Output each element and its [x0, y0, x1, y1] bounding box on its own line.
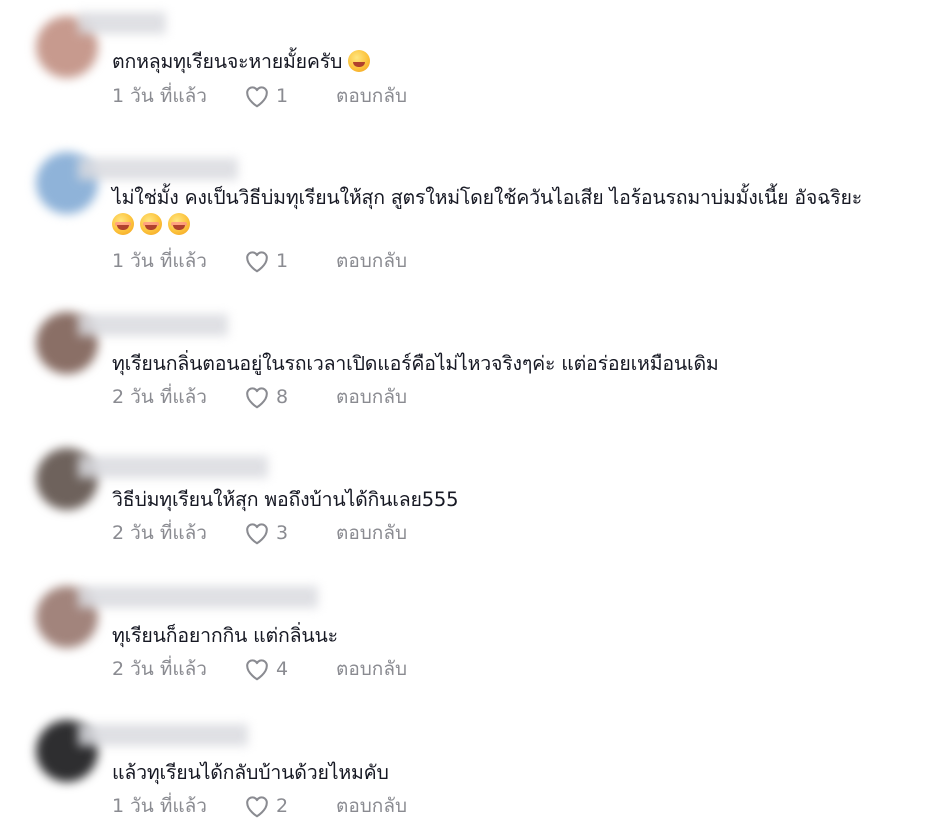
comment-text: ไม่ใช่มั้ง คงเป็นวิธีบ่มทุเรียนให้สุก สู… — [112, 184, 862, 238]
comment-meta: 2 วัน ที่แล้ว 3 ตอบกลับ — [112, 519, 407, 547]
reply-button[interactable]: ตอบกลับ — [336, 81, 407, 111]
like-count: 1 — [276, 85, 289, 107]
blush-giggle-icon — [112, 213, 134, 235]
heart-icon — [246, 796, 268, 818]
comment-text: ตกหลุมทุเรียนจะหายมั้ยครับ — [112, 48, 376, 75]
comment-time: 2 วัน ที่แล้ว — [112, 386, 207, 408]
heart-icon — [246, 523, 268, 545]
reply-button[interactable]: ตอบกลับ — [336, 246, 407, 276]
laughing-tears-icon — [348, 50, 371, 72]
like-count: 3 — [276, 522, 289, 544]
comment-text-line: ทุเรียนกลิ่นตอนอยู่ในรถเวลาเปิดแอร์คือไม… — [112, 352, 719, 375]
like-count: 1 — [276, 250, 289, 272]
username-blurred[interactable] — [78, 158, 238, 180]
blush-giggle-icon — [140, 213, 162, 235]
comment-text-line: ไม่ใช่มั้ง คงเป็นวิธีบ่มทุเรียนให้สุก สู… — [112, 186, 863, 209]
comment-text-line: ตกหลุมทุเรียนจะหายมั้ยครับ — [112, 50, 343, 73]
comment-time: 1 วัน ที่แล้ว — [112, 795, 207, 817]
comment-text-line: ทุเรียนก็อยากกิน แต่กลิ่นนะ — [112, 624, 338, 647]
like-count: 2 — [276, 795, 289, 817]
like-button[interactable]: 3 — [244, 521, 336, 545]
heart-icon — [246, 251, 268, 273]
heart-icon — [246, 86, 268, 108]
comment-meta: 2 วัน ที่แล้ว 8 ตอบกลับ — [112, 383, 407, 411]
reply-button[interactable]: ตอบกลับ — [336, 654, 407, 684]
like-button[interactable]: 1 — [244, 84, 336, 108]
username-blurred[interactable] — [78, 314, 228, 336]
comment-meta: 1 วัน ที่แล้ว 1 ตอบกลับ — [112, 247, 407, 275]
comment-time: 2 วัน ที่แล้ว — [112, 522, 207, 544]
comment-time: 1 วัน ที่แล้ว — [112, 250, 207, 272]
like-button[interactable]: 4 — [244, 657, 336, 681]
comment-meta: 2 วัน ที่แล้ว 4 ตอบกลับ — [112, 655, 407, 683]
like-button[interactable]: 8 — [244, 385, 336, 409]
like-count: 4 — [276, 658, 289, 680]
like-count: 8 — [276, 386, 289, 408]
username-blurred[interactable] — [78, 724, 248, 746]
comment-time: 2 วัน ที่แล้ว — [112, 658, 207, 680]
reply-button[interactable]: ตอบกลับ — [336, 382, 407, 412]
username-blurred[interactable] — [78, 456, 268, 478]
blush-giggle-icon — [168, 213, 190, 235]
username-blurred[interactable] — [78, 12, 166, 34]
comment-text: วิธีบ่มทุเรียนให้สุก พอถึงบ้านได้กินเลย5… — [112, 486, 459, 513]
comment-text: ทุเรียนก็อยากกิน แต่กลิ่นนะ — [112, 622, 338, 649]
reply-button[interactable]: ตอบกลับ — [336, 518, 407, 548]
comment-text: ทุเรียนกลิ่นตอนอยู่ในรถเวลาเปิดแอร์คือไม… — [112, 350, 719, 377]
comment-text-line: แล้วทุเรียนได้กลับบ้านด้วยไหมคับ — [112, 761, 389, 784]
username-blurred[interactable] — [78, 586, 318, 608]
reply-button[interactable]: ตอบกลับ — [336, 791, 407, 821]
comment-text: แล้วทุเรียนได้กลับบ้านด้วยไหมคับ — [112, 759, 389, 786]
like-button[interactable]: 2 — [244, 794, 336, 818]
comment-time: 1 วัน ที่แล้ว — [112, 85, 207, 107]
like-button[interactable]: 1 — [244, 249, 336, 273]
heart-icon — [246, 659, 268, 681]
comment-text-line: วิธีบ่มทุเรียนให้สุก พอถึงบ้านได้กินเลย5… — [112, 488, 459, 511]
heart-icon — [246, 387, 268, 409]
comment-meta: 1 วัน ที่แล้ว 2 ตอบกลับ — [112, 792, 407, 820]
comment-meta: 1 วัน ที่แล้ว 1 ตอบกลับ — [112, 82, 407, 110]
